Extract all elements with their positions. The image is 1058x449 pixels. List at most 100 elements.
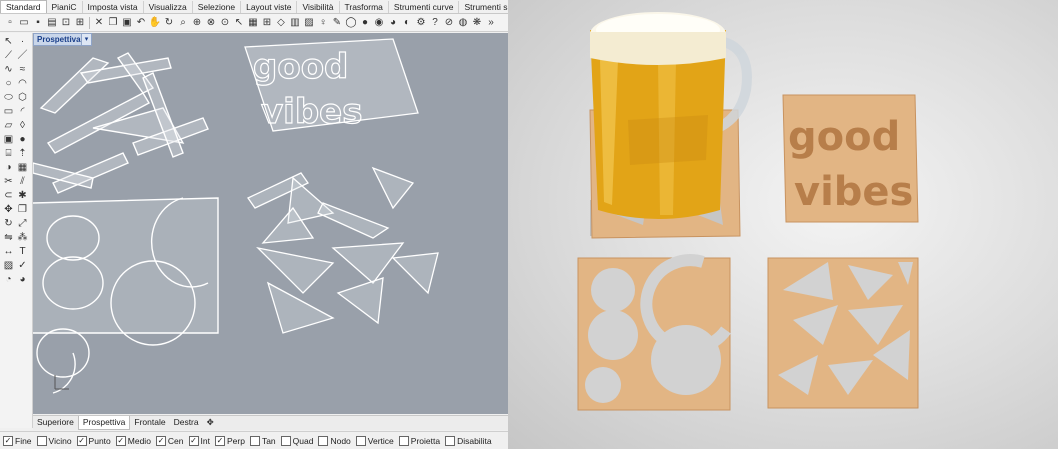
osnap-checkbox[interactable]	[355, 436, 366, 446]
split-icon[interactable]: ⫽	[16, 176, 29, 188]
osnap-nodo[interactable]: Nodo	[318, 436, 351, 446]
curve-icon[interactable]: ∿	[2, 64, 15, 76]
view-tab-superiore[interactable]: Superiore	[33, 416, 78, 429]
options-icon[interactable]: ⚙	[415, 17, 427, 29]
scale-icon[interactable]: ⤢	[16, 218, 29, 230]
open-file-icon[interactable]: ▭	[18, 17, 30, 29]
ribbon-tab-standard[interactable]: Standard	[0, 0, 47, 13]
view-tab-prospettiva[interactable]: Prospettiva	[77, 416, 131, 430]
material-sphere-icon[interactable]: ◕	[387, 17, 399, 29]
osnap-checkbox[interactable]	[398, 436, 409, 446]
rotate-icon[interactable]: ↻	[2, 218, 15, 230]
ribbon-tab-pianic[interactable]: PianiC	[47, 1, 83, 13]
view-tab-destra[interactable]: Destra	[170, 416, 203, 429]
fillet-icon[interactable]: ◜	[16, 106, 29, 118]
osnap-checkbox[interactable]: ✓	[3, 436, 13, 446]
wireframe-sphere-icon[interactable]: ◯	[345, 17, 357, 29]
osnap-medio[interactable]: ✓ Medio	[115, 436, 151, 446]
line-icon[interactable]: ／	[16, 50, 29, 62]
explode-icon[interactable]: ✱	[16, 190, 29, 202]
ribbon-tab-layout-viste[interactable]: Layout viste	[241, 1, 298, 13]
new-file-icon[interactable]: ▫	[4, 17, 16, 29]
ribbon-tab-visualizza[interactable]: Visualizza	[144, 1, 193, 13]
pan-hand-icon[interactable]: ✋	[149, 17, 161, 29]
select-icon[interactable]: ↖	[233, 17, 245, 29]
dimension-icon[interactable]: ↔	[2, 246, 15, 258]
osnap-checkbox[interactable]	[280, 436, 291, 446]
text-icon[interactable]: T	[16, 246, 29, 258]
ribbon-tab-strumenti-curve[interactable]: Strumenti curve	[389, 1, 460, 13]
sphere-icon[interactable]: ●	[16, 134, 29, 146]
osnap-tan[interactable]: Tan	[249, 436, 276, 446]
render-tool-icon[interactable]: ◕	[16, 274, 29, 286]
check-icon[interactable]: ✓	[16, 260, 29, 272]
viewport-title-label[interactable]: Prospettiva	[33, 33, 85, 46]
osnap-checkbox[interactable]	[318, 436, 329, 446]
export-icon[interactable]: ⊞	[74, 17, 86, 29]
hatch-icon[interactable]: ▨	[2, 260, 15, 272]
zoom-icon[interactable]: ⌕	[177, 17, 189, 29]
undo-icon[interactable]: ↶	[135, 17, 147, 29]
rendered-sphere-icon[interactable]: ◉	[373, 17, 385, 29]
osnap-checkbox[interactable]: ✓	[76, 436, 87, 446]
cylinder-icon[interactable]: ⌸	[2, 148, 15, 160]
perspective-viewport[interactable]: good vibes Prospettiva ▾	[33, 33, 508, 414]
paste-icon[interactable]: ▣	[121, 17, 133, 29]
cut-icon[interactable]: ✕	[93, 17, 105, 29]
boolean-union-icon[interactable]: ◑	[2, 162, 15, 174]
render-icon[interactable]: ◐	[401, 17, 413, 29]
freeform-icon[interactable]: ≈	[16, 64, 29, 76]
zoom-extents-icon[interactable]: ⊗	[205, 17, 217, 29]
ribbon-tab-visibilità[interactable]: Visibilità	[297, 1, 340, 13]
osnap-vertice[interactable]: Vertice	[355, 436, 394, 446]
view-tab-frontale[interactable]: Frontale	[130, 416, 169, 429]
more-tools-icon[interactable]: »	[485, 17, 497, 29]
chevron-down-icon[interactable]: ▾	[81, 33, 92, 46]
osnap-int[interactable]: ✓ Int	[188, 436, 210, 446]
ribbon-tab-imposta-vista[interactable]: Imposta vista	[83, 1, 144, 13]
osnap-perp[interactable]: ✓ Perp	[214, 436, 245, 446]
osnap-checkbox[interactable]: ✓	[115, 436, 126, 446]
rotate-view-icon[interactable]: ↻	[163, 17, 175, 29]
polyline-icon[interactable]: ⟋	[2, 50, 15, 62]
zoom-selected-icon[interactable]: ⊙	[219, 17, 231, 29]
osnap-checkbox[interactable]	[249, 436, 260, 446]
print-icon[interactable]: ▤	[46, 17, 58, 29]
osnap-checkbox[interactable]	[36, 436, 47, 446]
osnap-cen[interactable]: ✓ Cen	[155, 436, 184, 446]
arc-icon[interactable]: ◠	[16, 78, 29, 90]
shaded-sphere-icon[interactable]: ●	[359, 17, 371, 29]
ellipse-icon[interactable]: ⬭	[2, 92, 15, 104]
osnap-quad[interactable]: Quad	[280, 436, 313, 446]
properties-icon[interactable]: ▨	[303, 17, 315, 29]
copy-object-icon[interactable]: ❐	[16, 204, 29, 216]
light-bulb-icon[interactable]: ♀	[317, 17, 329, 29]
zoom-window-icon[interactable]: ⊕	[191, 17, 203, 29]
layer-icon[interactable]: ▥	[289, 17, 301, 29]
globe-icon[interactable]: ◍	[457, 17, 469, 29]
join-icon[interactable]: ⊂	[2, 190, 15, 202]
osnap-checkbox[interactable]: ✓	[155, 436, 166, 446]
osnap-fine[interactable]: ✓ Fine	[3, 436, 32, 446]
polygon-icon[interactable]: ⬡	[16, 92, 29, 104]
rectangle-icon[interactable]: ▭	[2, 106, 15, 118]
circle-icon[interactable]: ○	[2, 78, 15, 90]
move-icon[interactable]: ✥	[2, 204, 15, 216]
box-icon[interactable]: ▣	[2, 134, 15, 146]
cplane-icon[interactable]: ◇	[275, 17, 287, 29]
plus-icon[interactable]: ✥	[203, 416, 218, 429]
help-icon[interactable]: ?	[429, 17, 441, 29]
osnap-vicino[interactable]: Vicino	[36, 436, 72, 446]
save-icon[interactable]: ▪	[32, 17, 44, 29]
osnap-proietta[interactable]: Proietta	[398, 436, 440, 446]
osnap-disabilita[interactable]: Disabilita	[445, 436, 492, 446]
lock-icon[interactable]: ⊘	[443, 17, 455, 29]
surface-icon[interactable]: ▱	[2, 120, 15, 132]
loft-icon[interactable]: ◊	[16, 120, 29, 132]
array-icon[interactable]: ⁂	[16, 232, 29, 244]
paint-icon[interactable]: ✎	[331, 17, 343, 29]
osnap-checkbox[interactable]	[445, 436, 456, 446]
ribbon-tab-trasforma[interactable]: Trasforma	[340, 1, 389, 13]
osnap-checkbox[interactable]: ✓	[188, 436, 199, 446]
grasshopper-icon[interactable]: ❋	[471, 17, 483, 29]
